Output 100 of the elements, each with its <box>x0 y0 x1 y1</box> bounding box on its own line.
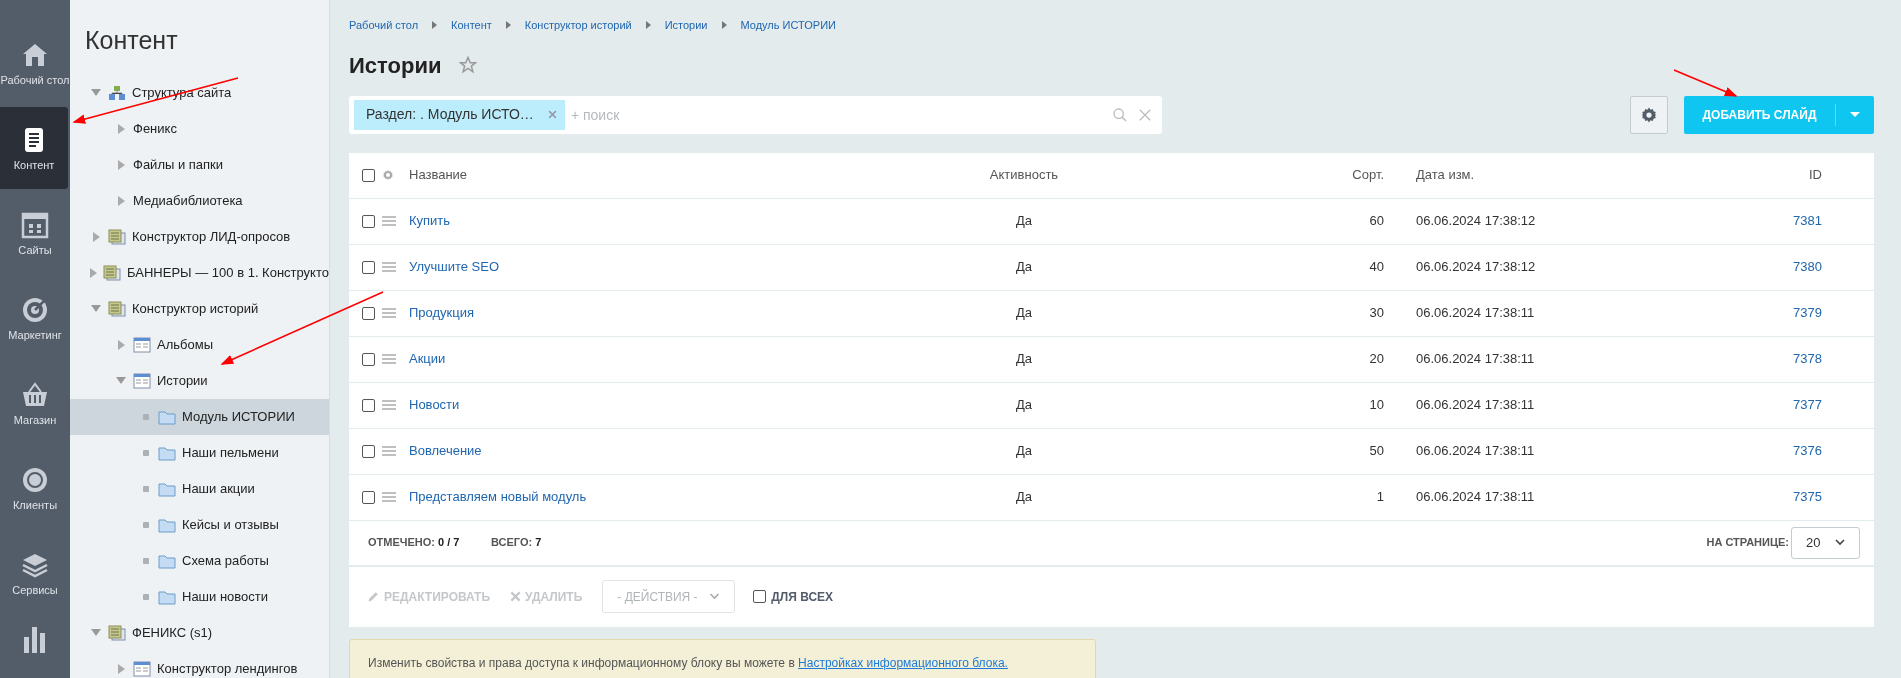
search-field[interactable]: + поиск <box>564 95 1162 134</box>
nav-item[interactable]: Сайты <box>0 192 70 274</box>
tree-item[interactable]: ФЕНИКС (s1) <box>70 614 329 651</box>
nav-item[interactable]: Маркетинг <box>0 277 70 359</box>
tree-item[interactable]: Модуль ИСТОРИИ <box>70 398 329 435</box>
column-header[interactable]: Сорт. <box>1084 165 1384 185</box>
column-header[interactable]: Дата изм. <box>1416 165 1809 185</box>
collapse-arrow-icon[interactable] <box>116 377 126 384</box>
item-link[interactable]: Продукция <box>409 303 964 323</box>
item-link[interactable]: Новости <box>409 395 964 415</box>
breadcrumb-link[interactable]: Контент <box>451 17 492 34</box>
tree-item[interactable]: Файлы и папки <box>70 146 329 183</box>
table-cell-text: 10 <box>1368 396 1384 415</box>
folder-icon <box>158 408 176 425</box>
table-cell-text: 50 <box>1368 442 1384 461</box>
checkbox[interactable] <box>362 444 375 458</box>
checkbox[interactable] <box>362 398 375 412</box>
expand-arrow-icon[interactable] <box>117 159 125 170</box>
nav-item[interactable]: Магазин <box>0 362 70 444</box>
filter-chip[interactable]: Раздел: . Модуль ИСТО… <box>354 99 565 130</box>
per-page-select[interactable]: 20 <box>1791 526 1860 559</box>
bullet-icon <box>143 521 149 528</box>
expand-arrow-icon[interactable] <box>117 123 125 134</box>
column-header[interactable]: ID <box>1809 165 1822 185</box>
table-icon <box>133 336 151 353</box>
drag-handle-icon[interactable] <box>382 216 396 226</box>
column-header[interactable]: Название <box>409 165 964 185</box>
column-header[interactable]: Активность <box>964 165 1084 185</box>
close-icon[interactable] <box>1138 107 1152 122</box>
expand-arrow-icon[interactable] <box>117 195 125 206</box>
nav-item[interactable]: Клиенты <box>0 447 70 529</box>
checkbox[interactable] <box>753 590 767 603</box>
nav-item[interactable]: Контент <box>0 107 68 189</box>
table-cell-text: Да <box>1014 304 1033 323</box>
tree-item[interactable]: Кейсы и отзывы <box>70 506 329 543</box>
breadcrumb-link[interactable]: Истории <box>664 17 708 34</box>
chevron-down-icon <box>1835 539 1845 546</box>
tree-item[interactable]: Альбомы <box>70 326 329 363</box>
breadcrumb-arrow-icon <box>721 21 727 30</box>
item-link[interactable]: Представляем новый модуль <box>409 487 964 507</box>
table-cell-text: 30 <box>1368 304 1384 323</box>
tree-item[interactable]: Конструктор историй <box>70 290 329 327</box>
tree-item[interactable]: Наши новости <box>70 578 329 615</box>
tree-item[interactable]: БАННЕРЫ — 100 в 1. Конструкто <box>70 254 329 291</box>
drag-handle-icon[interactable] <box>382 492 396 502</box>
item-link[interactable]: Акции <box>409 349 964 369</box>
tree-item[interactable]: Истории <box>70 362 329 399</box>
breadcrumb-link[interactable]: Модуль ИСТОРИИ <box>740 17 836 34</box>
table-cell-text: 06.06.2024 17:38:11 <box>1416 396 1536 415</box>
drag-handle-icon[interactable] <box>382 308 396 318</box>
item-link[interactable]: Купить <box>409 211 964 231</box>
caret-icon[interactable] <box>1850 112 1860 117</box>
tree-item[interactable]: Феникс <box>70 110 329 147</box>
table-cell-text: 06.06.2024 17:38:11 <box>1416 442 1536 461</box>
breadcrumb-link[interactable]: Рабочий стол <box>349 17 419 34</box>
tree-item[interactable]: Медиабиблиотека <box>70 182 329 219</box>
checkbox[interactable] <box>362 490 375 504</box>
id-link[interactable]: 7379 <box>1793 303 1822 323</box>
collapse-arrow-icon[interactable] <box>91 305 101 312</box>
checkbox[interactable] <box>362 352 375 366</box>
id-link[interactable]: 7378 <box>1793 349 1822 369</box>
book-icon <box>108 300 126 317</box>
book-icon <box>108 228 126 245</box>
drag-handle-icon[interactable] <box>382 400 396 410</box>
item-link[interactable]: Вовлечение <box>409 441 964 461</box>
id-link[interactable]: 7376 <box>1793 441 1822 461</box>
collapse-arrow-icon[interactable] <box>91 89 101 96</box>
expand-arrow-icon[interactable] <box>117 663 125 674</box>
settings-button[interactable] <box>1630 95 1668 134</box>
tree-item[interactable]: Конструктор лендингов <box>70 650 329 678</box>
item-link[interactable]: Улучшите SEO <box>409 257 964 277</box>
collapse-arrow-icon[interactable] <box>91 629 101 636</box>
checkbox[interactable] <box>362 214 375 228</box>
tree-item[interactable]: Наши акции <box>70 470 329 507</box>
tree-item[interactable]: Конструктор ЛИД-опросов <box>70 218 329 255</box>
folder-icon <box>158 516 176 533</box>
settings-link[interactable]: Настройках информационного блока. <box>798 655 1008 670</box>
expand-arrow-icon[interactable] <box>117 339 125 350</box>
id-link[interactable]: 7375 <box>1793 487 1822 507</box>
breadcrumb-link[interactable]: Конструктор историй <box>524 17 632 34</box>
page-title: Истории <box>349 51 442 80</box>
checkbox[interactable] <box>362 306 375 320</box>
id-link[interactable]: 7377 <box>1793 395 1822 415</box>
id-link[interactable]: 7380 <box>1793 257 1822 277</box>
nav-item[interactable]: Рабочий стол <box>0 22 70 104</box>
drag-handle-icon[interactable] <box>382 446 396 456</box>
remove-icon[interactable] <box>547 110 557 119</box>
drag-handle-icon[interactable] <box>382 354 396 364</box>
nav-item[interactable]: Сервисы <box>0 532 70 614</box>
drag-handle-icon[interactable] <box>382 262 396 272</box>
expand-arrow-icon[interactable] <box>92 231 100 242</box>
checkbox[interactable] <box>362 168 375 182</box>
star-icon[interactable] <box>459 56 478 74</box>
gear-icon[interactable] <box>382 169 394 181</box>
table-cell-text: 40 <box>1368 258 1384 277</box>
checkbox[interactable] <box>362 260 375 274</box>
search-icon[interactable] <box>1112 106 1128 123</box>
tree-item[interactable]: Наши пельмени <box>70 434 329 471</box>
tree-item[interactable]: Схема работы <box>70 542 329 579</box>
id-link[interactable]: 7381 <box>1793 211 1822 231</box>
